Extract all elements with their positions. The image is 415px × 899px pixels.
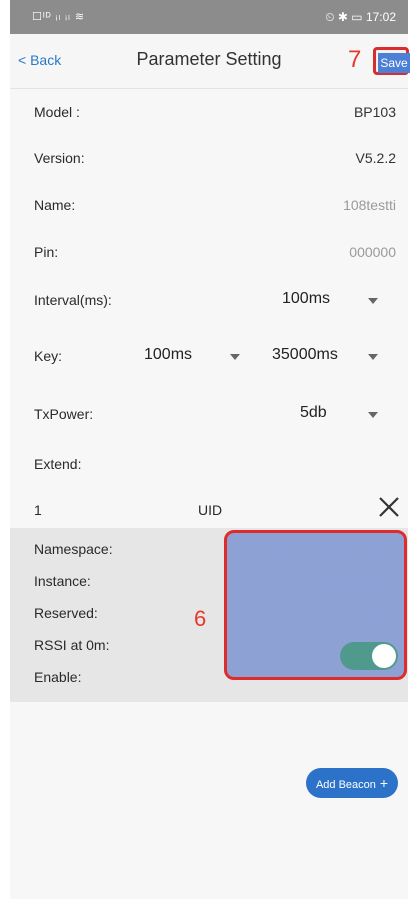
instance-row[interactable]: Instance: 896523654158 xyxy=(10,566,408,596)
instance-label: Instance: xyxy=(34,573,91,589)
step-marker-7: 7 xyxy=(348,46,362,73)
chevron-down-icon[interactable] xyxy=(230,354,240,360)
txpower-label: TxPower: xyxy=(34,406,94,422)
chevron-down-icon[interactable] xyxy=(368,298,378,304)
name-input[interactable]: 108testti xyxy=(343,197,396,213)
pin-label: Pin: xyxy=(34,244,59,260)
reserved-label: Reserved: xyxy=(34,605,98,621)
model-label: Model : xyxy=(34,104,80,120)
app-screen: ☐ᴵᴰ ᵢₗ ᵢₗ ≋ ⏲ ✱ ▭ 17:02 < Back Parameter… xyxy=(10,0,410,899)
key-select-2[interactable]: 35000ms xyxy=(272,346,338,364)
txpower-select[interactable]: 5db xyxy=(300,404,327,422)
add-beacon-label: Add Beacon xyxy=(315,779,376,791)
enable-label: Enable: xyxy=(34,669,82,685)
plus-icon: + xyxy=(379,775,389,791)
name-row[interactable]: Name: 108testti xyxy=(10,181,408,227)
key-select-1[interactable]: 100ms xyxy=(144,346,192,364)
status-bar: ☐ᴵᴰ ᵢₗ ᵢₗ ≋ ⏲ ✱ ▭ 17:02 xyxy=(10,0,408,34)
back-button[interactable]: < Back xyxy=(18,52,61,68)
nav-bar: < Back Parameter Setting 7 Save xyxy=(10,34,410,89)
reserved-input[interactable]: 4269 xyxy=(366,606,390,618)
version-label: Version: xyxy=(34,150,85,166)
namespace-input[interactable]: 526871298423887268­84 xyxy=(268,542,390,554)
model-row: Model : BP103 xyxy=(10,88,408,134)
interval-row: Interval(ms): 100ms xyxy=(10,276,408,322)
namespace-label: Namespace: xyxy=(34,541,113,557)
version-value: V5.2.2 xyxy=(355,150,396,166)
beacon-panel: Namespace: 526871298423887268­84 Instanc… xyxy=(10,528,408,702)
save-highlight-box: Save xyxy=(373,47,410,75)
reserved-row[interactable]: Reserved: 4269 xyxy=(10,598,408,628)
rssi-label: RSSI at 0m: xyxy=(34,637,110,653)
pin-input[interactable]: 000000 xyxy=(349,244,396,260)
key-label: Key: xyxy=(34,348,63,364)
interval-label: Interval(ms): xyxy=(34,292,112,308)
close-icon[interactable] xyxy=(376,494,402,520)
extend-row: Extend: xyxy=(10,440,408,486)
model-value: BP103 xyxy=(353,104,396,120)
beacon-type: UID xyxy=(198,502,223,518)
namespace-row[interactable]: Namespace: 526871298423887268­84 xyxy=(10,534,408,564)
txpower-row: TxPower: 5db xyxy=(10,390,408,436)
add-beacon-button[interactable]: Add Beacon + xyxy=(306,768,398,798)
version-row: Version: V5.2.2 xyxy=(10,134,408,180)
interval-select[interactable]: 100ms xyxy=(282,290,330,308)
name-label: Name: xyxy=(34,197,76,213)
chevron-down-icon[interactable] xyxy=(368,354,378,360)
key-row: Key: 100ms 35000ms xyxy=(10,332,408,378)
beacon-index: 1 xyxy=(34,502,42,518)
pin-row[interactable]: Pin: 000000 xyxy=(10,228,408,274)
toggle-knob xyxy=(372,644,396,668)
beacon-header-row: 1 UID xyxy=(10,486,408,532)
extend-label: Extend: xyxy=(34,456,82,472)
enable-toggle[interactable] xyxy=(340,642,398,670)
save-button[interactable]: Save xyxy=(378,53,410,73)
chevron-down-icon[interactable] xyxy=(368,412,378,418)
instance-input[interactable]: 896523654158 xyxy=(317,574,390,586)
status-right: ⏲ ✱ ▭ 17:02 xyxy=(325,10,396,24)
signal-icons: ☐ᴵᴰ ᵢₗ ᵢₗ ≋ xyxy=(32,11,86,23)
step-marker-6: 6 xyxy=(194,606,207,631)
